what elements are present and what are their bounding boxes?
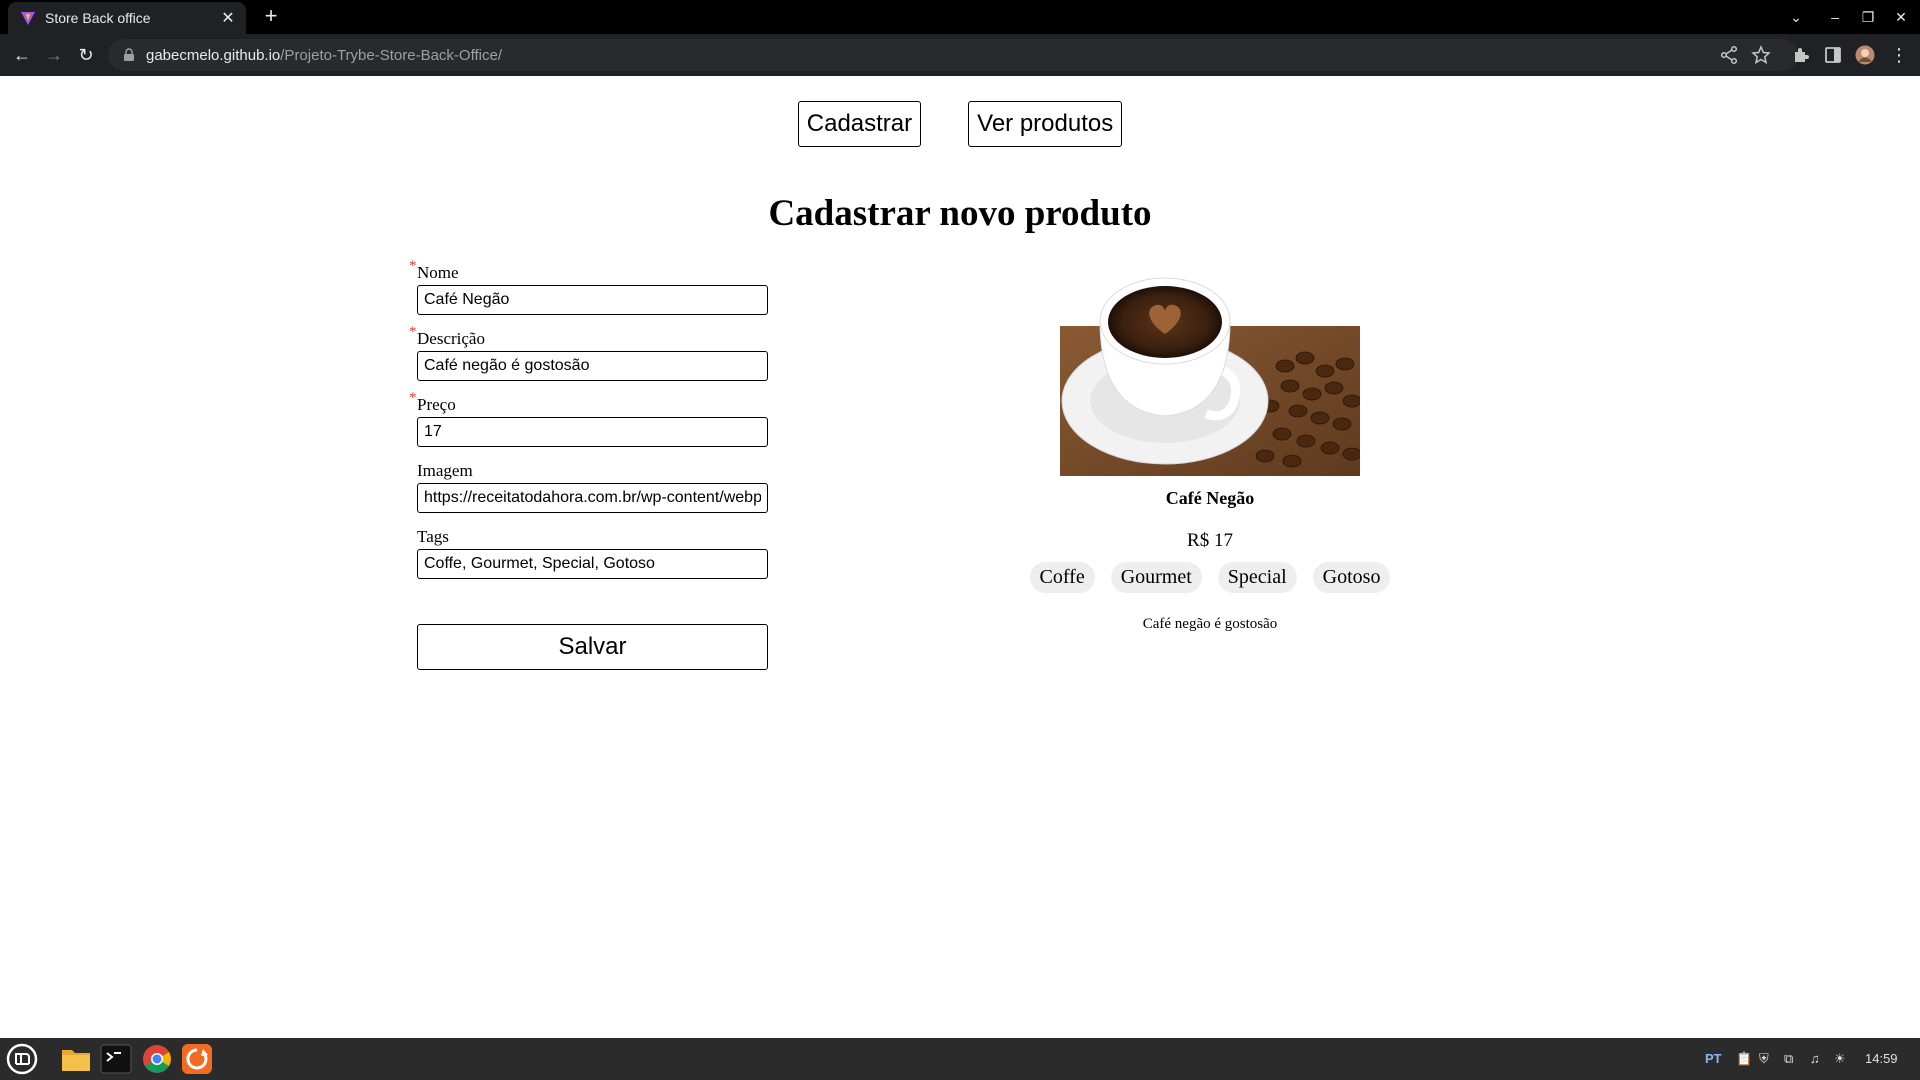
browser-menu-icon[interactable]: ⋮: [1885, 41, 1913, 69]
shield-icon[interactable]: ⛨: [1759, 1038, 1769, 1080]
tags-field-group: Tags: [409, 527, 769, 579]
product-form: * Nome * Descrição * Preço Imagem Tags S…: [409, 258, 769, 670]
tags-input[interactable]: [417, 549, 768, 579]
required-asterisk: *: [409, 258, 417, 274]
product-name: Café Negão: [1165, 488, 1255, 508]
description-label: Descrição: [417, 329, 485, 348]
tab-title: Store Back office: [45, 10, 151, 26]
extensions-icon[interactable]: [1791, 45, 1811, 65]
top-navigation: Cadastrar Ver produtos: [0, 101, 1920, 147]
browser-toolbar: ← → ↻ gabecmelo.github.io/Projeto-Trybe-…: [0, 34, 1920, 76]
required-asterisk: *: [409, 390, 417, 406]
image-url-input[interactable]: [417, 483, 768, 513]
lock-icon: [124, 48, 134, 61]
chrome-icon[interactable]: [139, 1041, 175, 1077]
reload-icon[interactable]: ↻: [72, 41, 100, 69]
network-icon[interactable]: ⧉: [1784, 1038, 1793, 1080]
product-price: R$ 17: [1187, 530, 1233, 551]
register-button[interactable]: Cadastrar: [797, 101, 922, 147]
product-preview-card: Café Negão R$ 17 Coffe Gourmet Special G…: [1010, 276, 1410, 633]
os-taskbar: PT 📋 ⛨ ⧉ ♫ ☀ 14:59: [0, 1038, 1920, 1080]
brightness-icon[interactable]: ☀: [1834, 1038, 1846, 1080]
minimize-icon[interactable]: –: [1820, 4, 1850, 30]
volume-icon[interactable]: ♫: [1810, 1038, 1820, 1080]
browser-tab-bar: Store Back office ✕ + ⌄ – ❐ ✕: [0, 0, 1920, 34]
keyboard-layout-indicator[interactable]: PT: [1705, 1038, 1722, 1080]
tag-chip: Coffe: [1029, 562, 1095, 593]
clipboard-icon[interactable]: 📋: [1736, 1038, 1752, 1080]
product-description: Café negão é gostosão: [1142, 616, 1278, 632]
page-content: Cadastrar Ver produtos Cadastrar novo pr…: [0, 76, 1920, 1038]
tab-close-icon[interactable]: ✕: [218, 8, 238, 28]
price-field-group: * Preço: [409, 390, 769, 447]
browser-tab[interactable]: Store Back office ✕: [8, 2, 246, 34]
tag-chip: Gourmet: [1110, 562, 1202, 593]
price-input[interactable]: [417, 417, 768, 447]
description-input[interactable]: [417, 351, 768, 381]
clock[interactable]: 14:59: [1865, 1038, 1898, 1080]
required-asterisk: *: [409, 324, 417, 340]
share-icon[interactable]: [1719, 45, 1739, 65]
tag-chip: Special: [1217, 562, 1297, 593]
close-window-icon[interactable]: ✕: [1886, 4, 1916, 30]
new-tab-icon[interactable]: +: [258, 4, 284, 30]
tags-label: Tags: [417, 527, 449, 546]
image-field-group: Imagem: [409, 461, 769, 513]
product-tags: Coffe Gourmet Special Gotoso: [1010, 562, 1410, 593]
restore-icon[interactable]: ❐: [1853, 4, 1883, 30]
terminal-icon[interactable]: [98, 1041, 134, 1077]
name-label: Nome: [417, 263, 459, 282]
file-manager-icon[interactable]: [58, 1041, 94, 1077]
address-bar[interactable]: gabecmelo.github.io/Projeto-Trybe-Store-…: [108, 39, 1798, 71]
tab-search-icon[interactable]: ⌄: [1781, 4, 1811, 30]
image-label: Imagem: [417, 461, 473, 480]
product-image: [1060, 277, 1360, 476]
price-label: Preço: [417, 395, 456, 414]
profile-avatar-icon[interactable]: [1855, 45, 1875, 65]
save-button[interactable]: Salvar: [417, 624, 768, 670]
name-field-group: * Nome: [409, 258, 769, 315]
back-icon[interactable]: ←: [8, 41, 36, 69]
tag-chip: Gotoso: [1312, 562, 1391, 593]
side-panel-icon[interactable]: [1823, 45, 1843, 65]
mint-menu-icon[interactable]: [4, 1041, 40, 1077]
update-manager-icon[interactable]: [179, 1041, 215, 1077]
view-products-button[interactable]: Ver produtos: [968, 101, 1123, 147]
description-field-group: * Descrição: [409, 324, 769, 381]
page-title: Cadastrar novo produto: [768, 193, 1152, 234]
bookmark-star-icon[interactable]: [1751, 45, 1771, 65]
name-input[interactable]: [417, 285, 768, 315]
url-text: gabecmelo.github.io/Projeto-Trybe-Store-…: [146, 46, 502, 64]
forward-icon[interactable]: →: [40, 41, 68, 69]
vite-logo-icon: [21, 12, 35, 25]
